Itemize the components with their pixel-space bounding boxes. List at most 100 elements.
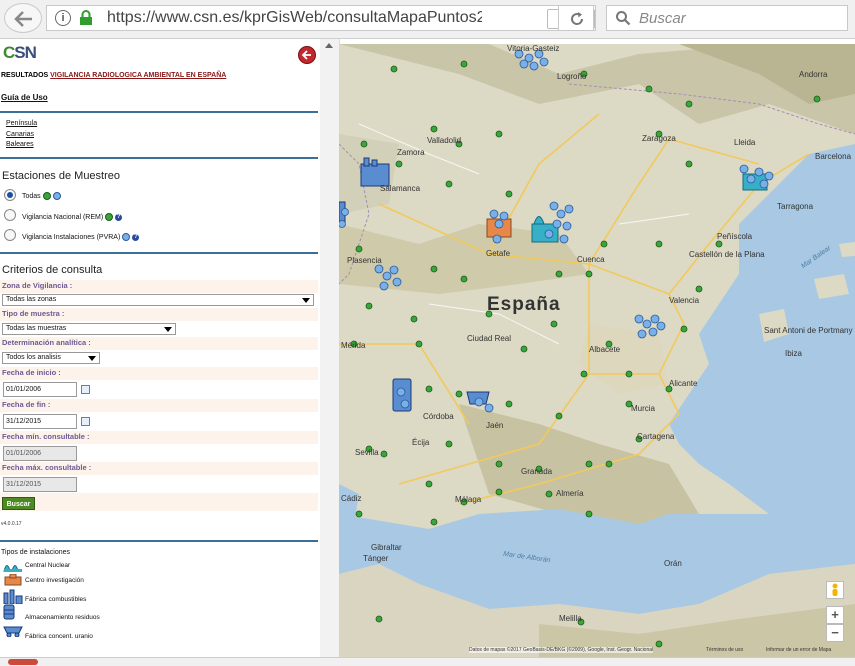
results-heading: RESULTADOS VIGILANCIA RADIOLOGICA AMBIEN… xyxy=(1,72,227,79)
reload-button[interactable] xyxy=(558,5,594,31)
city-label: Barcelona xyxy=(815,152,852,161)
scrollbar-thumb[interactable] xyxy=(8,659,38,665)
chevron-down-icon xyxy=(164,327,172,332)
browser-toolbar: i https://www.csn.es/kprGisWeb/consultaM… xyxy=(0,0,855,39)
divider xyxy=(0,540,318,542)
blue-station-icon xyxy=(52,192,61,200)
back-arrow-icon xyxy=(14,11,32,27)
map-attribution: Datos de mapas ©2017 GeoBasis-DE/BKG (©2… xyxy=(469,647,654,653)
divider xyxy=(0,252,318,254)
reload-icon xyxy=(571,12,584,25)
fecha-fin-input[interactable]: 31/12/2015 xyxy=(3,414,77,429)
search-icon xyxy=(616,11,631,26)
country-label: España xyxy=(487,294,561,315)
city-label: Cádiz xyxy=(341,494,362,503)
fecha-fin-label: Fecha de fin : xyxy=(0,399,318,412)
vigilancia-link[interactable]: VIGILANCIA RADIOLOGICA AMBIENTAL EN ESPA… xyxy=(50,72,226,79)
city-label: Plasencia xyxy=(347,256,382,265)
city-label: Zaragoza xyxy=(642,134,676,143)
panel-scrollbar[interactable] xyxy=(320,39,340,657)
city-label: Córdoba xyxy=(423,412,454,421)
fecha-min-input: 01/01/2006 xyxy=(3,446,77,461)
help-icon[interactable]: ? xyxy=(132,233,140,241)
city-label: Granada xyxy=(521,467,553,476)
city-label: Peñíscola xyxy=(717,232,753,241)
legend-almacenamiento-residuos: Almacenamiento residuos xyxy=(25,614,100,621)
city-label: Mérida xyxy=(341,341,366,350)
fecha-max-label: Fecha máx. consultable : xyxy=(0,462,318,475)
legend-centro-investigacion: Centro investigación xyxy=(25,577,84,584)
scroll-up-icon[interactable] xyxy=(325,43,333,48)
city-label: Murcia xyxy=(631,404,656,413)
criteria-title: Criterios de consulta xyxy=(2,264,103,276)
user-guide-link[interactable]: Guía de Uso xyxy=(1,93,48,102)
city-label: Cartagena xyxy=(637,432,675,441)
zoom-out-button[interactable]: − xyxy=(826,624,844,642)
version-label: v4.0.0.17 xyxy=(1,521,22,527)
city-label: Écija xyxy=(412,438,430,447)
legend-fabrica-combustibles: Fábrica combustibles xyxy=(25,596,87,603)
city-label: Alicante xyxy=(669,379,698,388)
map-view[interactable]: España Vitoria-Gasteiz Logroño Andorra Z… xyxy=(339,44,855,657)
radio-label-pvra: Vigilancia Instalaciones (PVRA)? xyxy=(22,233,140,241)
legend-central-nuclear: Central Nuclear xyxy=(25,562,71,569)
back-button[interactable] xyxy=(4,3,42,33)
street-view-pegman-icon[interactable] xyxy=(826,581,844,599)
green-station-icon xyxy=(105,213,114,221)
fecha-inicio-input[interactable]: 01/01/2006 xyxy=(3,382,77,397)
city-label: Melilla xyxy=(559,614,582,623)
city-label: Orán xyxy=(664,559,682,568)
chevron-down-icon xyxy=(302,298,310,303)
legend-fabrica-uranio: Fábrica concent. uranio xyxy=(25,633,93,640)
region-link-canarias[interactable]: Canarias xyxy=(6,131,34,138)
city-label: Tánger xyxy=(363,554,389,563)
city-label: Getafe xyxy=(486,249,511,258)
zoom-in-button[interactable]: + xyxy=(826,606,844,624)
report-error-link[interactable]: Informar de un error de Mapa xyxy=(766,647,831,653)
radio-todas[interactable] xyxy=(4,189,16,201)
radio-rem[interactable] xyxy=(4,209,16,221)
address-bar[interactable]: i https://www.csn.es/kprGisWeb/consultaM… xyxy=(46,5,596,31)
collapse-panel-button[interactable] xyxy=(298,46,316,64)
green-station-icon xyxy=(42,192,51,200)
lock-icon xyxy=(80,10,92,25)
city-label: Málaga xyxy=(455,495,482,504)
region-link-peninsula[interactable]: Península xyxy=(6,120,37,127)
fecha-min-label: Fecha mín. consultable : xyxy=(0,431,318,444)
city-label: Vitoria-Gasteiz xyxy=(507,44,560,53)
waste-storage-icon xyxy=(3,604,15,620)
radio-label-todas: Todas xyxy=(22,192,61,200)
chevron-down-icon xyxy=(88,356,96,361)
csn-logo: CSN xyxy=(3,43,37,62)
stations-title: Estaciones de Muestreo xyxy=(2,170,121,182)
tipo-muestra-select[interactable]: Todas las muestras xyxy=(2,323,176,335)
help-icon[interactable]: ? xyxy=(115,213,123,221)
calendar-icon[interactable] xyxy=(81,385,90,394)
city-label: Valladolid xyxy=(427,136,462,145)
city-label: Tarragona xyxy=(777,202,814,211)
city-label: Sant Antoni de Portmany xyxy=(764,326,853,335)
browser-search-box[interactable]: Buscar xyxy=(606,5,848,31)
city-label: Gibraltar xyxy=(371,543,402,552)
radio-pvra[interactable] xyxy=(4,229,16,241)
query-panel: CSN RESULTADOS VIGILANCIA RADIOLOGICA AM… xyxy=(0,39,321,657)
city-label: Salamanca xyxy=(380,184,421,193)
info-icon[interactable]: i xyxy=(55,10,71,26)
calendar-icon[interactable] xyxy=(81,417,90,426)
zona-label: Zona de Vigilancia : xyxy=(0,280,318,293)
search-button[interactable]: Buscar xyxy=(2,497,35,510)
nuclear-plant-icon xyxy=(3,565,22,572)
determinacion-select[interactable]: Todos los analisis xyxy=(2,352,100,364)
divider xyxy=(0,111,318,113)
url-text[interactable]: https://www.csn.es/kprGisWeb/consultaMap… xyxy=(107,9,482,27)
fecha-inicio-label: Fecha de inicio : xyxy=(0,367,318,380)
blue-station-icon xyxy=(122,233,131,241)
region-link-baleares[interactable]: Baleares xyxy=(6,141,34,148)
city-label: Logroño xyxy=(557,72,587,81)
zona-select[interactable]: Todas las zonas xyxy=(2,294,314,306)
city-label: Cuenca xyxy=(577,255,605,264)
divider xyxy=(0,157,318,159)
terms-link[interactable]: Términos de uso xyxy=(706,647,743,653)
uranium-factory-icon xyxy=(3,626,23,637)
determinacion-label: Determinación analítica : xyxy=(0,337,318,350)
